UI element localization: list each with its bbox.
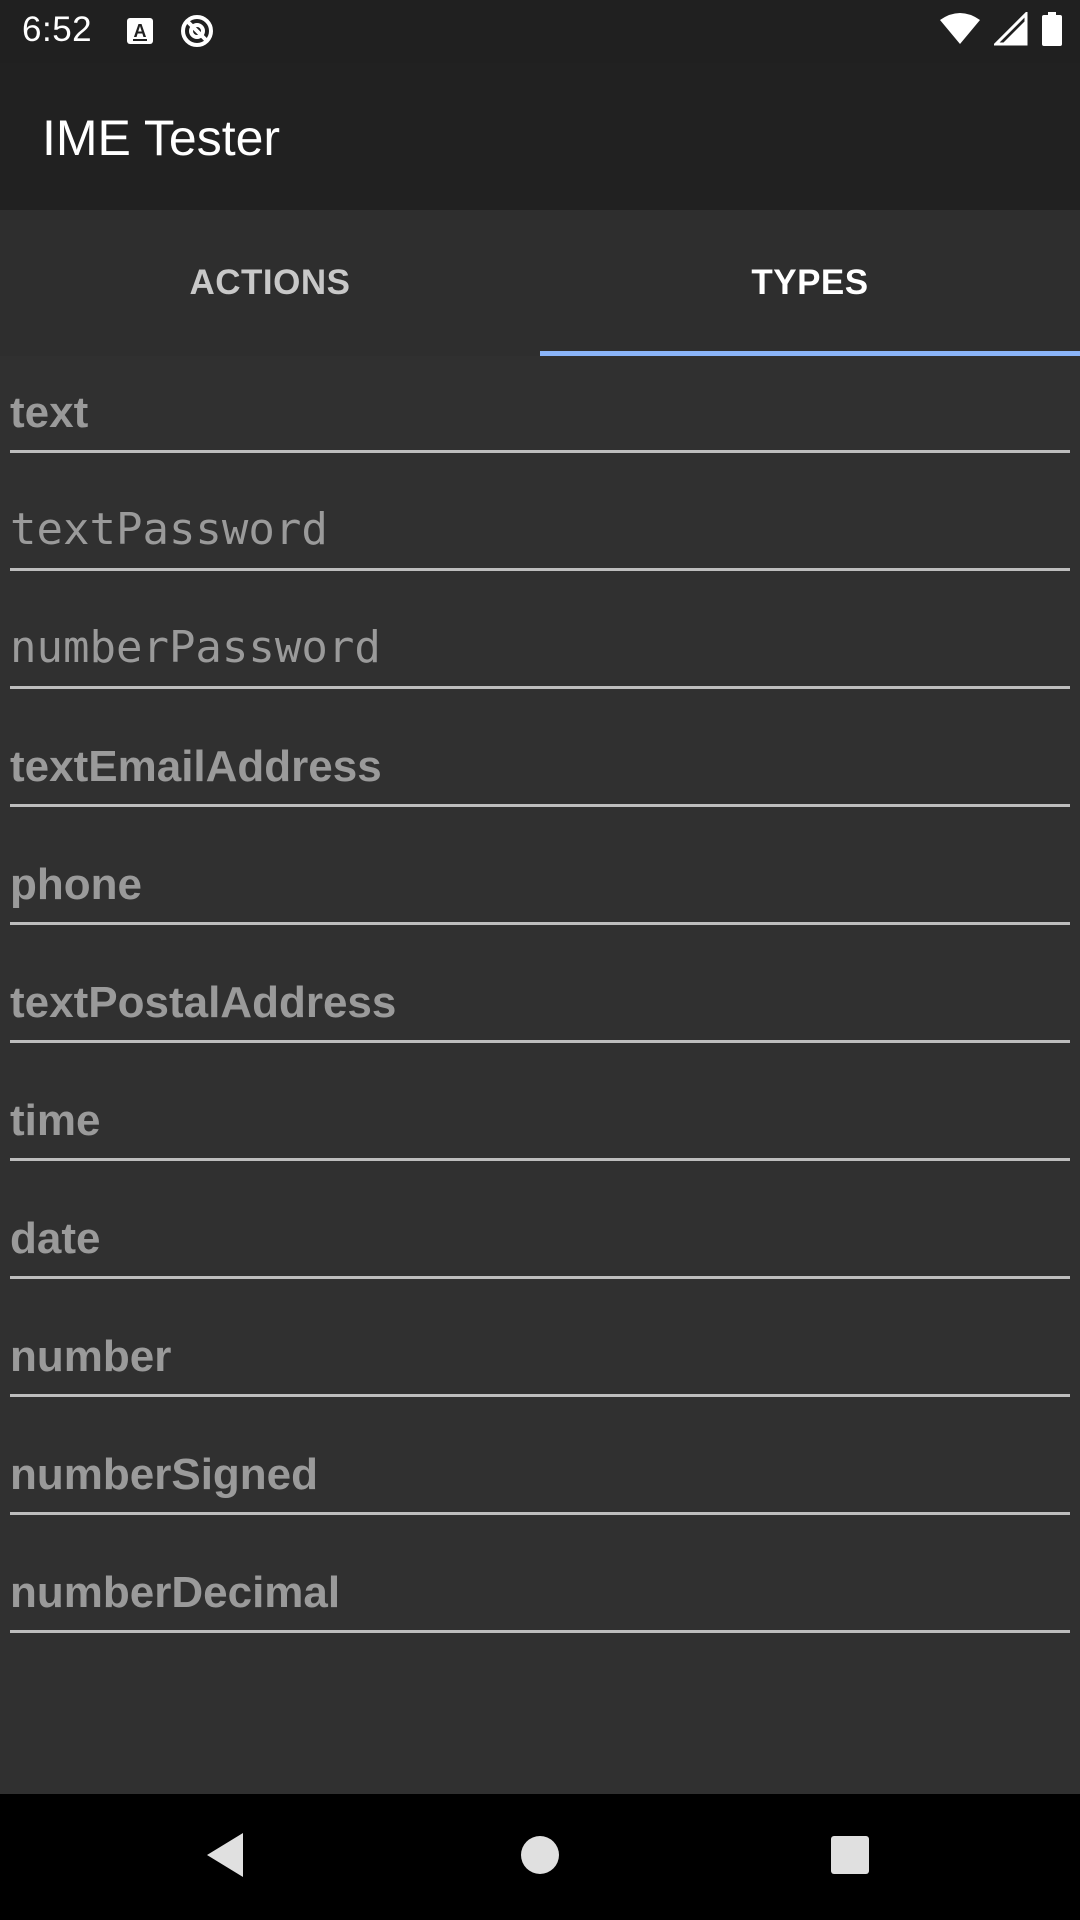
field-placeholder: text [10,388,89,437]
field-placeholder: time [10,1096,101,1145]
field-underline [10,1630,1070,1633]
home-icon [520,1835,560,1880]
postal-address-field[interactable]: textPostalAddress [0,946,1080,1064]
field-placeholder: numberPassword [10,622,381,673]
tab-bar: ACTIONS TYPES [0,210,1080,356]
input-type-field-list: text textPassword numberPassword textEma… [0,356,1080,1654]
recents-button[interactable] [790,1794,910,1920]
field-underline [10,568,1070,571]
field-underline [10,804,1070,807]
status-bar: 6:52 A [0,0,1080,63]
back-button[interactable] [165,1794,285,1920]
field-underline [10,686,1070,689]
battery-icon [1042,12,1062,51]
number-signed-field[interactable]: numberSigned [0,1418,1080,1536]
time-field[interactable]: time [0,1064,1080,1182]
date-field[interactable]: date [0,1182,1080,1300]
field-underline [10,1512,1070,1515]
status-left-icons: A [124,12,216,55]
field-placeholder: phone [10,860,142,909]
field-placeholder: date [10,1214,101,1263]
field-underline [10,1040,1070,1043]
field-underline [10,450,1070,453]
back-icon [203,1831,247,1884]
field-placeholder: textPassword [10,504,328,555]
navigation-bar [0,1794,1080,1920]
app-bar: IME Tester [0,63,1080,210]
home-button[interactable] [480,1794,600,1920]
svg-text:A: A [134,21,147,41]
tab-actions[interactable]: ACTIONS [0,210,540,356]
phone-field[interactable]: phone [0,828,1080,946]
number-password-field[interactable]: numberPassword [0,592,1080,710]
text-password-field[interactable]: textPassword [0,474,1080,592]
no-sync-icon [178,12,216,55]
text-field[interactable]: text [0,356,1080,474]
app-title: IME Tester [42,110,281,166]
field-underline [10,922,1070,925]
number-decimal-field[interactable]: numberDecimal [0,1536,1080,1654]
field-underline [10,1394,1070,1397]
field-placeholder: number [10,1332,172,1381]
keyboard-a-icon: A [124,15,156,52]
field-placeholder: textEmailAddress [10,742,382,791]
field-placeholder: numberDecimal [10,1568,341,1617]
status-right-icons [940,10,1062,51]
field-placeholder: textPostalAddress [10,978,397,1027]
cellular-signal-icon [992,10,1028,51]
email-address-field[interactable]: textEmailAddress [0,710,1080,828]
number-field[interactable]: number [0,1300,1080,1418]
status-time: 6:52 [22,10,93,49]
recents-icon [830,1835,870,1880]
field-placeholder: numberSigned [10,1450,319,1499]
field-underline [10,1158,1070,1161]
field-underline [10,1276,1070,1279]
tab-types[interactable]: TYPES [540,210,1080,356]
wifi-icon [940,12,980,51]
